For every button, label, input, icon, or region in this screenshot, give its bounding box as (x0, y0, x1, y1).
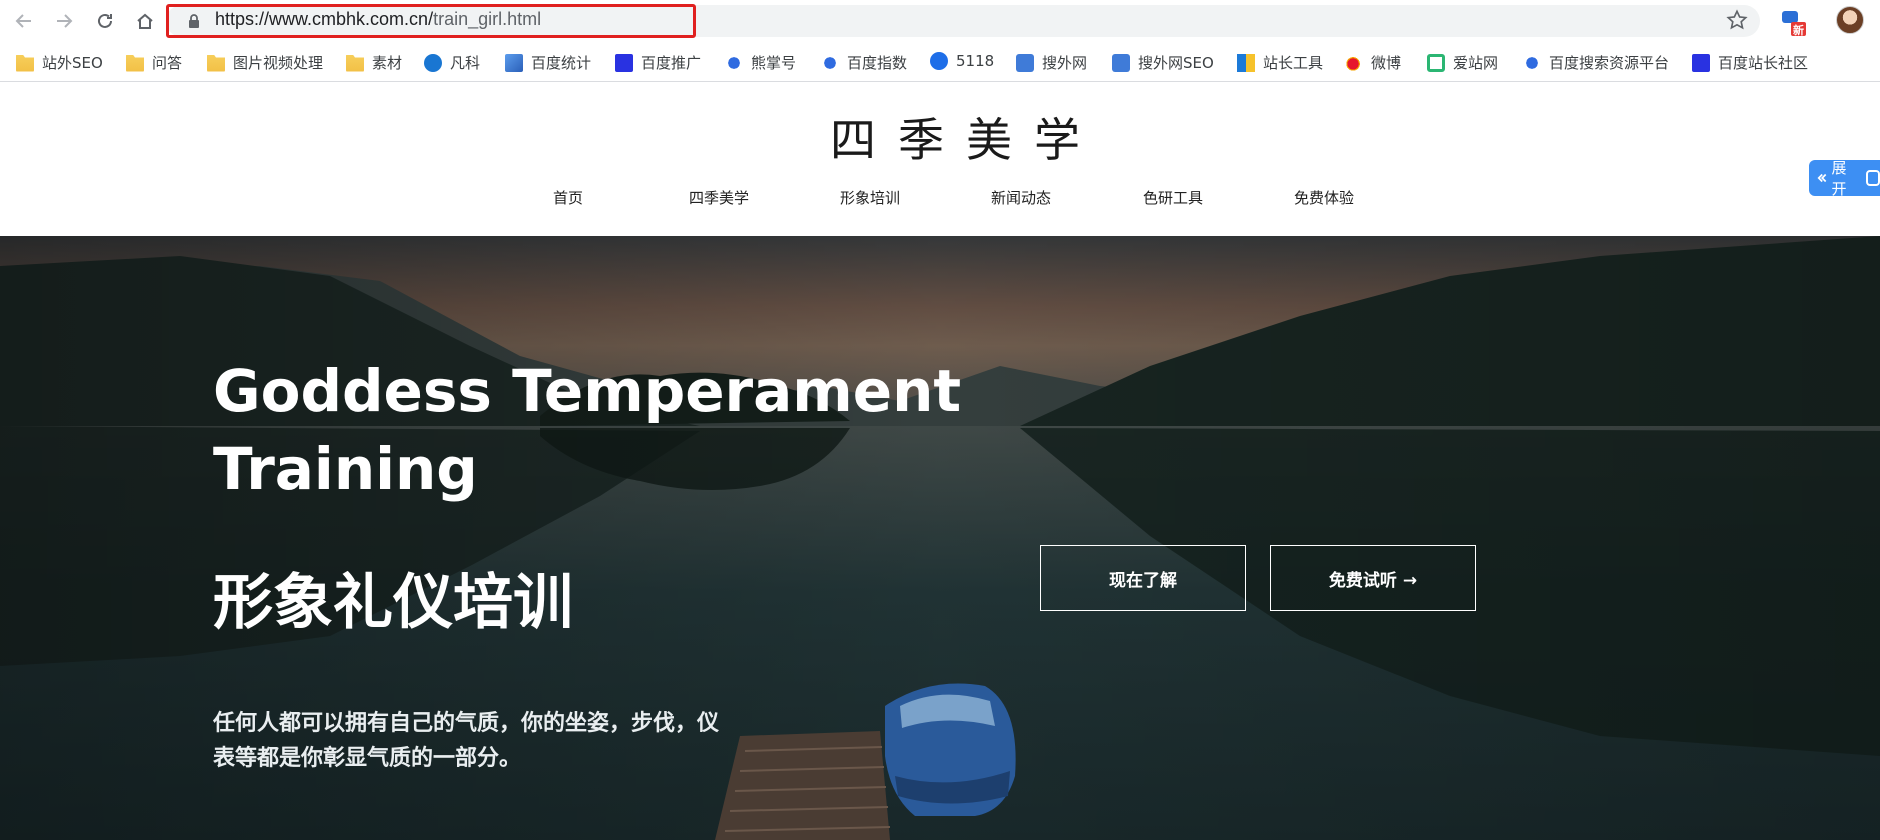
seowhy-icon (1112, 53, 1130, 72)
bookmark-item[interactable]: 搜外网SEO (1112, 52, 1214, 73)
free-trial-button[interactable]: 免费试听 → (1270, 545, 1476, 611)
forward-arrow-icon (57, 14, 73, 28)
lock-icon (189, 14, 199, 28)
learn-now-button[interactable]: 现在了解 (1040, 545, 1246, 611)
bookmark-label: 站长工具 (1263, 54, 1324, 72)
bookmark-star-icon[interactable] (1726, 9, 1748, 31)
nav-item-home[interactable]: 首页 (553, 187, 583, 208)
url-host: https://www.cmbhk.com.cn/ (215, 9, 434, 29)
back-button[interactable] (10, 8, 38, 34)
baidu-paw-icon (821, 53, 839, 72)
bookmark-item[interactable]: 爱站网 (1427, 52, 1498, 73)
expand-label: 展开 (1831, 159, 1847, 198)
nav-item-color-tools[interactable]: 色研工具 (1143, 187, 1203, 208)
seowhy-icon (1016, 53, 1034, 72)
bookmark-label: 搜外网 (1042, 54, 1088, 72)
bookmarks-bar: 站外SEO 问答 图片视频处理 素材 凡科 百度统计 百度推广 熊掌号 百度指数… (0, 42, 1880, 82)
home-button[interactable] (131, 8, 159, 34)
extension-new-badge: 新 (1793, 24, 1804, 37)
bookmark-label: 凡科 (450, 54, 481, 72)
reload-button[interactable] (91, 8, 119, 34)
bookmark-item[interactable]: 百度搜索资源平台 (1523, 52, 1669, 73)
url-path: train_girl.html (433, 9, 542, 29)
profile-avatar[interactable] (1836, 6, 1864, 34)
bookmark-item[interactable]: 搜外网 (1016, 52, 1087, 73)
bookmark-label: 百度推广 (641, 54, 702, 72)
expand-side-tab[interactable]: 展开 (1809, 159, 1880, 198)
bookmark-item[interactable]: 站外SEO (16, 52, 103, 73)
hero-description: 任何人都可以拥有自己的气质，你的坐姿，步伐，仪表等都是你彰显气质的一部分。 (213, 711, 720, 771)
nav-item-four-seasons[interactable]: 四季美学 (689, 187, 749, 208)
bookmark-item[interactable]: 微博 (1345, 52, 1401, 73)
hero-banner: Goddess Temperament Training 形象礼仪培训 任何人都… (0, 236, 1880, 840)
bookmark-item[interactable]: 百度站长社区 (1692, 52, 1808, 73)
bookmark-label: 百度站长社区 (1718, 54, 1809, 72)
home-icon (137, 13, 153, 29)
bookmark-label: 搜外网SEO (1138, 54, 1214, 72)
5118-icon (930, 52, 948, 70)
bookmark-label: 熊掌号 (751, 54, 797, 72)
bookmark-label: 百度搜索资源平台 (1549, 54, 1670, 72)
baidu-paw-icon (615, 53, 633, 72)
double-chevron-left-icon (1817, 173, 1827, 183)
forward-button[interactable] (50, 8, 78, 34)
fanke-icon (424, 53, 442, 72)
bookmark-label: 爱站网 (1453, 54, 1499, 72)
folder-icon (346, 54, 364, 72)
folder-icon (207, 54, 225, 72)
bookmark-label: 问答 (152, 54, 183, 72)
folder-icon (16, 54, 34, 72)
bookmark-item[interactable]: 5118 (930, 52, 994, 70)
baidu-paw-icon (1523, 53, 1541, 72)
browser-toolbar: https://www.cmbhk.com.cn/train_girl.html… (0, 0, 1880, 42)
back-arrow-icon (15, 14, 31, 28)
seo-tool-logo-icon (1865, 170, 1880, 186)
nav-item-news[interactable]: 新闻动态 (991, 187, 1051, 208)
chinaz-icon (1237, 53, 1255, 72)
bookmark-label: 百度统计 (531, 54, 592, 72)
weibo-icon (1345, 53, 1363, 72)
folder-icon (126, 54, 144, 72)
bookmark-item[interactable]: 百度统计 (505, 52, 591, 73)
bookmark-label: 图片视频处理 (233, 54, 324, 72)
extension-button[interactable]: 新 (1780, 9, 1806, 37)
bookmark-item[interactable]: 图片视频处理 (207, 52, 323, 73)
aizhan-icon (1427, 53, 1445, 72)
site-header: 四季美学 首页 四季美学 形象培训 新闻动态 色研工具 免费体验 (0, 82, 1880, 236)
bookmark-item[interactable]: 凡科 (424, 52, 480, 73)
site-logo[interactable]: 四季美学 (830, 104, 1102, 170)
bookmark-item[interactable]: 百度推广 (615, 52, 701, 73)
bookmark-item[interactable]: 站长工具 (1237, 52, 1323, 73)
hero-title-cn: 形象礼仪培训 (213, 568, 573, 638)
hero-title-en: Goddess Temperament Training (213, 357, 962, 503)
bookmark-label: 站外SEO (42, 54, 103, 72)
bookmark-label: 素材 (372, 54, 403, 72)
bookmark-label: 微博 (1371, 54, 1402, 72)
bookmark-label: 5118 (956, 52, 995, 70)
reload-icon (98, 13, 112, 28)
bookmark-item[interactable]: 问答 (126, 52, 182, 73)
bookmark-item[interactable]: 素材 (346, 52, 402, 73)
bookmark-item[interactable]: 熊掌号 (725, 52, 796, 73)
nav-item-image-training[interactable]: 形象培训 (840, 187, 900, 208)
url-text[interactable]: https://www.cmbhk.com.cn/train_girl.html (215, 9, 541, 30)
bookmark-label: 百度指数 (847, 54, 908, 72)
nav-item-free-trial[interactable]: 免费体验 (1294, 187, 1354, 208)
bookmark-item[interactable]: 百度指数 (821, 52, 907, 73)
baidu-paw-icon (725, 53, 743, 72)
baidu-paw-icon (1692, 53, 1710, 72)
chart-icon (505, 53, 523, 72)
